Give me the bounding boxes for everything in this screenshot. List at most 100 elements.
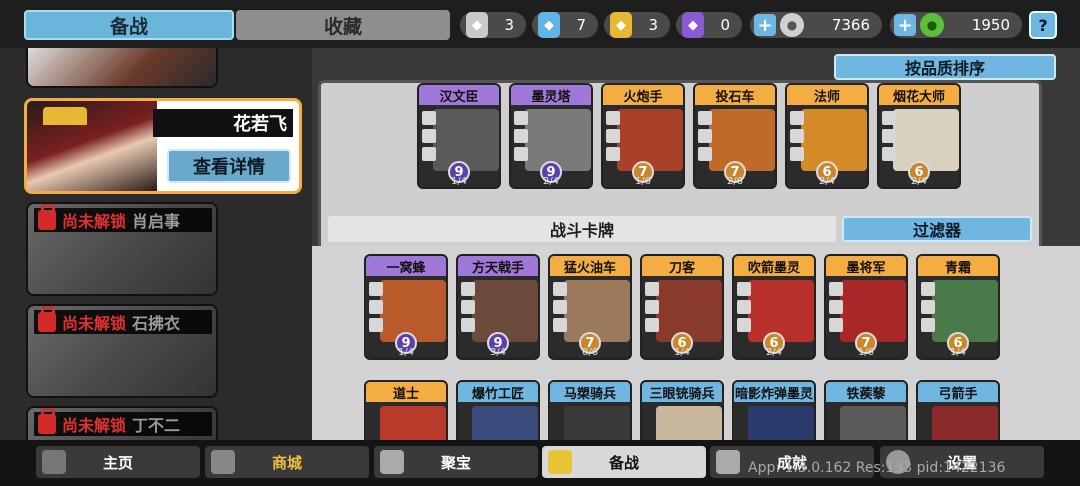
silver-coin-icon: ● <box>780 13 804 37</box>
unit-portrait <box>893 109 959 171</box>
unit-card[interactable]: 爆竹工匠 <box>456 380 540 440</box>
trait-icon <box>737 300 751 314</box>
unit-card[interactable]: 三眼铳骑兵 <box>640 380 724 440</box>
card-name: 汉文臣 <box>419 85 499 105</box>
filter-button[interactable]: 过滤器 <box>842 216 1032 242</box>
trait-icon <box>553 282 567 296</box>
hero-card-locked[interactable]: 尚未解锁 石拂衣 <box>26 304 218 398</box>
trait-icon <box>698 147 712 161</box>
hero-card-locked[interactable]: 尚未解锁 肖启事 <box>26 202 218 296</box>
nav-shop[interactable]: 商城 <box>205 446 369 478</box>
resource-silver-badge: ◆ 3 <box>460 12 526 38</box>
trait-icon <box>369 300 383 314</box>
add-green-button[interactable]: + <box>894 14 916 36</box>
unit-portrait <box>564 280 630 342</box>
unit-portrait <box>472 280 538 342</box>
trait-icon <box>461 300 475 314</box>
unit-card[interactable]: 一窝蜂 9 1/4 <box>364 254 448 360</box>
trait-icon <box>422 129 436 143</box>
lock-bar: 尚未解锁 丁不二 <box>34 408 212 436</box>
trait-icon <box>422 111 436 125</box>
help-button[interactable]: ? <box>1029 11 1057 39</box>
add-silver-button[interactable]: + <box>754 14 776 36</box>
unit-portrait <box>380 406 446 440</box>
unit-card[interactable]: 投石车 7 2/6 <box>693 83 777 189</box>
card-name: 烟花大师 <box>879 85 959 105</box>
card-name: 猛火油车 <box>550 256 630 276</box>
card-count: 1/6 <box>857 347 875 358</box>
unit-portrait <box>433 109 499 171</box>
trait-icon <box>829 300 843 314</box>
unit-portrait <box>617 109 683 171</box>
trait-icon <box>645 318 659 332</box>
unit-card[interactable]: 火炮手 7 1/6 <box>601 83 685 189</box>
trait-icon <box>921 300 935 314</box>
unit-portrait <box>840 406 906 440</box>
unit-card[interactable]: 吹箭墨灵 6 2/4 <box>732 254 816 360</box>
unit-card[interactable]: 墨将军 7 1/6 <box>824 254 908 360</box>
card-count: 2/4 <box>818 176 836 187</box>
trait-icon <box>829 318 843 332</box>
unit-portrait <box>656 406 722 440</box>
unit-card[interactable]: 弓箭手 <box>916 380 1000 440</box>
trait-icon <box>790 147 804 161</box>
hero-card-selected[interactable]: 花若飞 查看详情 <box>24 98 302 194</box>
trait-icon <box>606 147 620 161</box>
card-name: 方天戟手 <box>458 256 538 276</box>
nav-home[interactable]: 主页 <box>36 446 200 478</box>
unit-card[interactable]: 铁蒺藜 <box>824 380 908 440</box>
hero-card-top-partial[interactable] <box>26 48 218 88</box>
trait-icon <box>514 111 528 125</box>
achievement-icon <box>716 450 740 474</box>
unit-card[interactable]: 汉文臣 9 1/4 <box>417 83 501 189</box>
trait-icon <box>369 282 383 296</box>
card-name: 吹箭墨灵 <box>734 256 814 276</box>
trait-icon <box>882 111 896 125</box>
unit-portrait <box>932 406 998 440</box>
unit-card[interactable]: 道士 <box>364 380 448 440</box>
trait-icon <box>645 282 659 296</box>
nav-treasure[interactable]: 聚宝 <box>374 446 538 478</box>
trait-icon <box>514 129 528 143</box>
trait-icon <box>553 300 567 314</box>
tab-prepare[interactable]: 备战 <box>24 10 234 40</box>
unit-portrait <box>656 280 722 342</box>
unit-card[interactable]: 方天戟手 9 3/4 <box>456 254 540 360</box>
hero-list[interactable]: 花若飞 查看详情 尚未解锁 肖启事 尚未解锁 石拂衣 尚未解锁 丁不二 <box>22 48 304 440</box>
trait-icon <box>790 129 804 143</box>
green-coin-counter: + ● 1950 <box>890 12 1022 38</box>
unit-card[interactable]: 法师 6 2/4 <box>785 83 869 189</box>
card-panel: 按品质排序 汉文臣 9 1/4 墨灵塔 9 2/4 火炮手 7 1/6 投石车 7 2/6 法师 6 2/4… <box>312 48 1080 440</box>
unit-card[interactable]: 暗影炸弹墨灵 <box>732 380 816 440</box>
card-count: 1/4 <box>673 347 691 358</box>
unit-portrait <box>840 280 906 342</box>
unit-portrait <box>932 280 998 342</box>
unit-card[interactable]: 青霜 6 1/4 <box>916 254 1000 360</box>
card-name: 刀客 <box>642 256 722 276</box>
unit-card[interactable]: 墨灵塔 9 2/4 <box>509 83 593 189</box>
shop-icon <box>211 450 235 474</box>
sort-by-quality-button[interactable]: 按品质排序 <box>834 54 1056 80</box>
unit-portrait <box>748 280 814 342</box>
hero-card-locked[interactable]: 尚未解锁 丁不二 <box>26 406 218 440</box>
card-count: 2/4 <box>765 347 783 358</box>
gold-badge-icon: ◆ <box>610 12 632 38</box>
unit-card[interactable]: 烟花大师 6 2/4 <box>877 83 961 189</box>
debug-info: App: 1.3.0.162 Res:133 pid:1422136 <box>748 460 1006 476</box>
lock-bar: 尚未解锁 肖启事 <box>34 204 212 232</box>
trait-icon <box>829 282 843 296</box>
unit-card[interactable]: 猛火油车 7 0/6 <box>548 254 632 360</box>
nav-prepare[interactable]: 备战 <box>542 446 706 478</box>
card-name: 弓箭手 <box>918 382 998 402</box>
card-name: 道士 <box>366 382 446 402</box>
resource-purple-badge: ◆ 0 <box>676 12 742 38</box>
unit-portrait <box>380 280 446 342</box>
lock-icon <box>38 306 56 332</box>
card-name: 马槊骑兵 <box>550 382 630 402</box>
unit-card[interactable]: 刀客 6 1/4 <box>640 254 724 360</box>
unit-card[interactable]: 马槊骑兵 <box>548 380 632 440</box>
card-name: 青霜 <box>918 256 998 276</box>
lock-icon <box>38 204 56 230</box>
tab-collection[interactable]: 收藏 <box>236 10 450 40</box>
view-details-button[interactable]: 查看详情 <box>167 149 291 183</box>
